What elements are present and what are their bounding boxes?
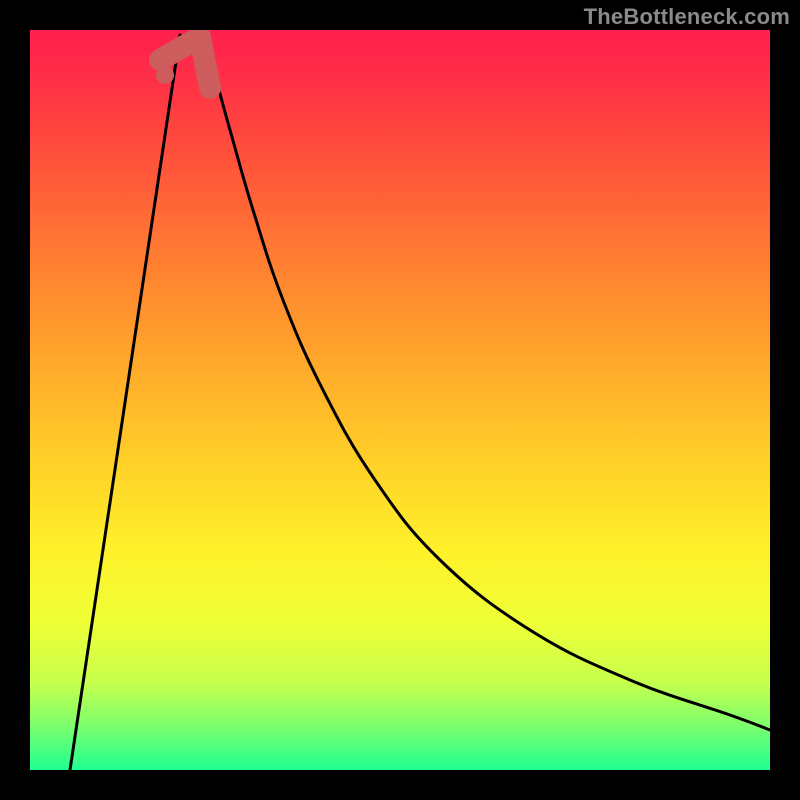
plot-area — [30, 30, 770, 770]
curve-overlay — [30, 30, 770, 770]
left-branch-curve — [70, 35, 180, 770]
marker-dot — [156, 66, 174, 84]
chart-frame: TheBottleneck.com — [0, 0, 800, 800]
attribution-label: TheBottleneck.com — [584, 4, 790, 30]
right-branch-curve — [200, 35, 770, 730]
